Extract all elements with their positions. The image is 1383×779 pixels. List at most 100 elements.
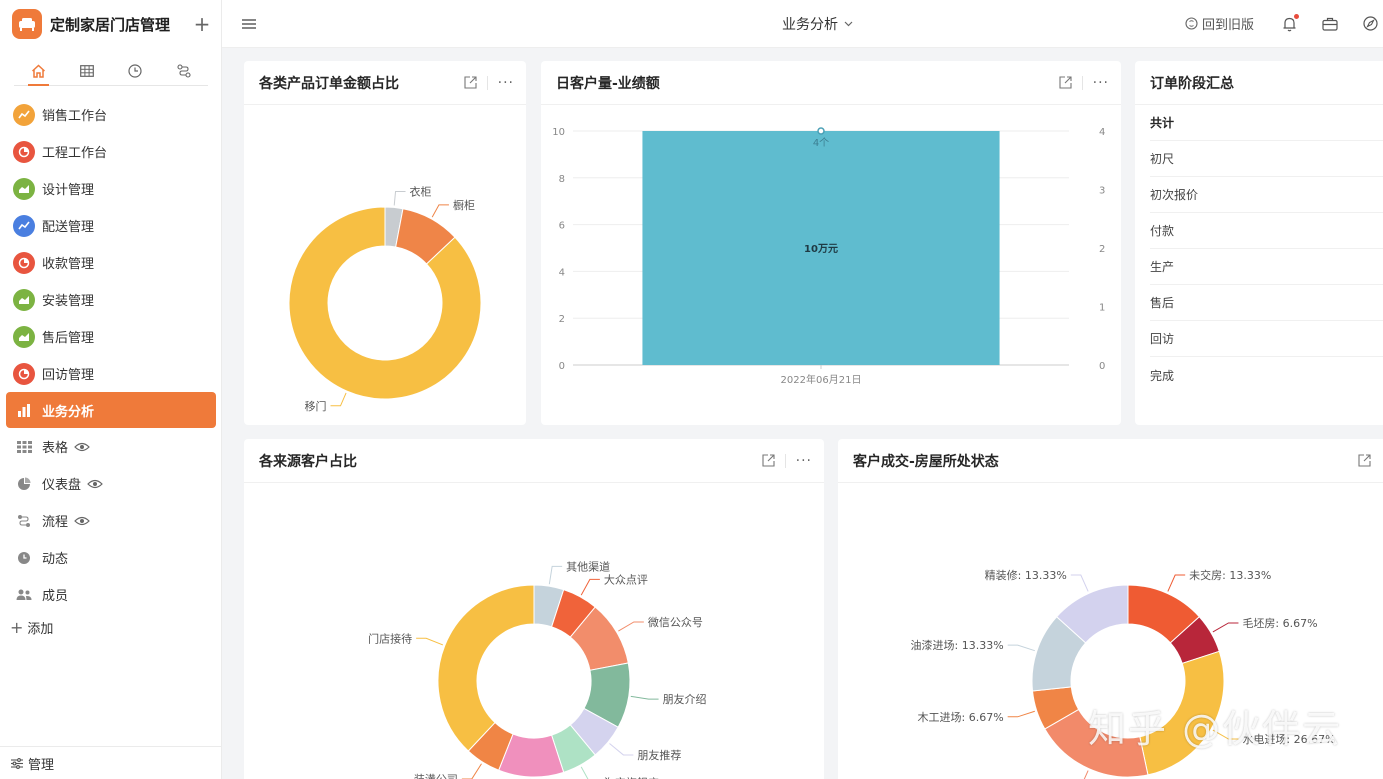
eye-icon[interactable] (74, 442, 90, 452)
sidebar-item-dashboard[interactable]: 仪表盘 (6, 465, 216, 502)
bell-icon[interactable] (1282, 13, 1299, 32)
add-view-label: 添加 (27, 622, 54, 637)
tab-home[interactable] (14, 56, 63, 86)
customer-source-card: 各来源客户占比 ··· 其他渠道大众点评微信公众号朋友介绍朋友推荐淘宝旗舰店老客… (244, 439, 824, 779)
stage-list: 共计 初尺 初次报价 付款 生产 售后 回访 完成 (1135, 105, 1383, 393)
brand: 定制家居门店管理 + (12, 9, 212, 39)
stage-label: 回访 (1150, 332, 1175, 346)
sidebar-item-sales[interactable]: 销售工作台 (6, 96, 216, 133)
briefcase-icon[interactable] (1322, 17, 1338, 31)
more-icon[interactable]: ··· (1093, 75, 1109, 91)
card-header: 客户成交-房屋所处状态 (838, 439, 1383, 483)
sidebar-item-engineering[interactable]: 工程工作台 (6, 133, 216, 170)
slice-label: 其他渠道 (566, 559, 610, 573)
expand-icon[interactable] (464, 76, 477, 89)
stage-row[interactable]: 初尺 (1150, 141, 1383, 177)
pie-icon (13, 140, 35, 163)
sidebar-item-design[interactable]: 设计管理 (6, 170, 216, 207)
stage-label: 付款 (1150, 224, 1175, 238)
daily-bar-chart: 0 2 4 6 8 10 0 1 2 3 4 10万元 4个 2022年06月21日 (552, 127, 1105, 386)
sidebar-item-install[interactable]: 安装管理 (6, 281, 216, 318)
sidebar-item-label: 表格 (42, 441, 69, 456)
left-tick-label: 0 (559, 361, 565, 372)
sidebar-item-label: 成员 (42, 589, 69, 604)
add-view-button[interactable]: + 添加 (10, 618, 53, 637)
topbar-actions: 回到旧版 (1185, 13, 1383, 33)
divider (784, 453, 786, 468)
daily-customers-card: 日客户量-业绩额 ··· 0 2 4 6 8 10 0 1 2 3 4 10万元 4个 2022年06月2… (541, 61, 1121, 425)
slice-label: 淘宝旗舰店 (604, 776, 659, 779)
slice-label: 未交房: 13.33% (1189, 568, 1271, 582)
leader-line (330, 392, 347, 407)
card-title: 各来源客户占比 (259, 453, 357, 470)
stage-row[interactable]: 付款 (1150, 213, 1383, 249)
card-actions: ··· (1059, 75, 1109, 91)
tab-table[interactable] (63, 56, 112, 85)
expand-icon[interactable] (1059, 76, 1072, 89)
sidebar-nav: 销售工作台 工程工作台 设计管理 配送管理 收款管理 安装管理 售后管理 回访管… (6, 96, 216, 613)
users-icon (13, 584, 35, 606)
sidebar-item-analytics[interactable]: 业务分析 (6, 392, 216, 428)
compass-icon[interactable] (1363, 16, 1378, 31)
notification-dot (1294, 13, 1299, 19)
sidebar-item-table[interactable]: 表格 (6, 428, 216, 465)
card-header: 各来源客户占比 ··· (244, 439, 824, 483)
stage-row[interactable]: 生产 (1150, 249, 1383, 285)
divider (486, 75, 488, 90)
expand-icon[interactable] (762, 454, 775, 467)
back-to-old-button[interactable]: 回到旧版 (1185, 14, 1254, 33)
leader-line (1070, 574, 1089, 592)
product-share-card: 各类产品订单金额占比 ··· 衣柜 橱柜 移门 (244, 61, 526, 425)
customer-source-donut: 其他渠道大众点评微信公众号朋友介绍朋友推荐淘宝旗舰店老客户介绍装潢公司门店接待 (368, 559, 707, 779)
slice-label: 衣柜 (410, 184, 432, 198)
page-title-dropdown[interactable]: 业务分析 (782, 14, 853, 34)
add-button[interactable]: + (192, 14, 212, 34)
stage-row[interactable]: 售后 (1150, 285, 1383, 321)
sidebar-item-payment[interactable]: 收款管理 (6, 244, 216, 281)
slice-label: 门店接待 (368, 631, 412, 645)
donut-slice[interactable] (437, 584, 535, 752)
page-title: 业务分析 (782, 17, 838, 33)
card-header: 订单阶段汇总 (1135, 61, 1383, 105)
sidebar-item-delivery[interactable]: 配送管理 (6, 207, 216, 244)
leader-line (393, 190, 406, 206)
stage-row[interactable]: 回访 (1150, 321, 1383, 357)
bar-chart-icon (13, 399, 35, 421)
more-icon[interactable]: ··· (498, 75, 514, 91)
right-tick-label: 3 (1099, 186, 1105, 197)
sidebar-item-label: 动态 (42, 552, 69, 567)
tab-flow[interactable] (160, 56, 209, 85)
sidebar-item-members[interactable]: 成员 (6, 576, 216, 613)
sidebar-item-label: 售后管理 (42, 331, 95, 346)
expand-icon[interactable] (1358, 454, 1371, 467)
sidebar-item-aftersales[interactable]: 售后管理 (6, 318, 216, 355)
stage-row[interactable]: 完成 (1150, 357, 1383, 393)
sidebar-item-label: 工程工作台 (42, 146, 108, 161)
manage-button[interactable]: 管理 (0, 746, 221, 779)
sidebar-item-activity[interactable]: 动态 (6, 539, 216, 576)
card-header: 日客户量-业绩额 ··· (541, 61, 1121, 105)
eye-icon[interactable] (74, 516, 90, 526)
eye-icon[interactable] (87, 479, 103, 489)
right-tick-label: 2 (1099, 244, 1105, 255)
sidebar-item-label: 仪表盘 (42, 478, 82, 493)
sidebar-item-flow[interactable]: 流程 (6, 502, 216, 539)
tab-dashboard[interactable] (111, 56, 160, 85)
sidebar-item-label: 销售工作台 (42, 109, 108, 124)
more-icon[interactable]: ··· (796, 453, 812, 469)
trend-icon (13, 214, 35, 237)
sidebar-item-label: 设计管理 (42, 183, 95, 198)
sidebar-icon-tabs (14, 56, 208, 86)
stage-row-total[interactable]: 共计 (1150, 105, 1383, 141)
card-title: 订单阶段汇总 (1150, 75, 1234, 92)
stage-row[interactable]: 初次报价 (1150, 177, 1383, 213)
menu-icon[interactable] (242, 15, 256, 34)
app-title: 定制家居门店管理 (50, 15, 171, 34)
left-tick-label: 2 (559, 314, 565, 325)
slice-label: 朋友介绍 (663, 692, 707, 706)
leader-line (1007, 710, 1035, 718)
sidebar-item-revisit[interactable]: 回访管理 (6, 355, 216, 392)
pie-icon (13, 251, 35, 274)
line-point[interactable] (817, 127, 825, 135)
pie-icon (13, 362, 35, 385)
